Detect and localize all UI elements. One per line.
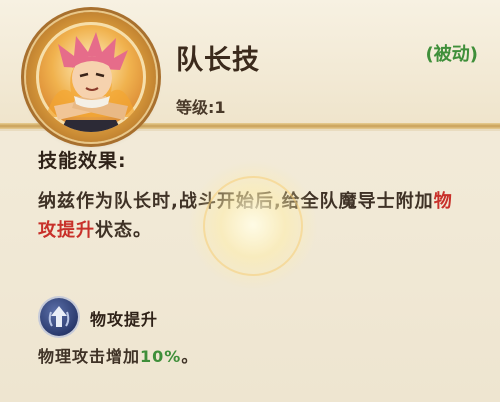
attack-up-icon bbox=[40, 298, 78, 336]
buff-value: 10% bbox=[140, 347, 182, 366]
tap-glow-ring bbox=[203, 176, 303, 276]
buff-name: 物攻提升 bbox=[90, 310, 159, 329]
buff-desc-suffix: 。 bbox=[181, 347, 199, 366]
skill-title: 队长技 bbox=[176, 45, 260, 76]
buff-desc-prefix: 物理攻击增加 bbox=[38, 347, 141, 366]
effect-heading: 技能效果: bbox=[38, 150, 127, 172]
desc-text-end: 状态。 bbox=[95, 220, 152, 241]
skill-level: 等级:1 bbox=[176, 98, 226, 117]
character-portrait-medallion bbox=[26, 12, 156, 142]
buff-description: 物理攻击增加10%。 bbox=[38, 343, 198, 367]
natsu-portrait-icon bbox=[36, 22, 146, 132]
skill-type-tag: (被动) bbox=[425, 44, 478, 65]
